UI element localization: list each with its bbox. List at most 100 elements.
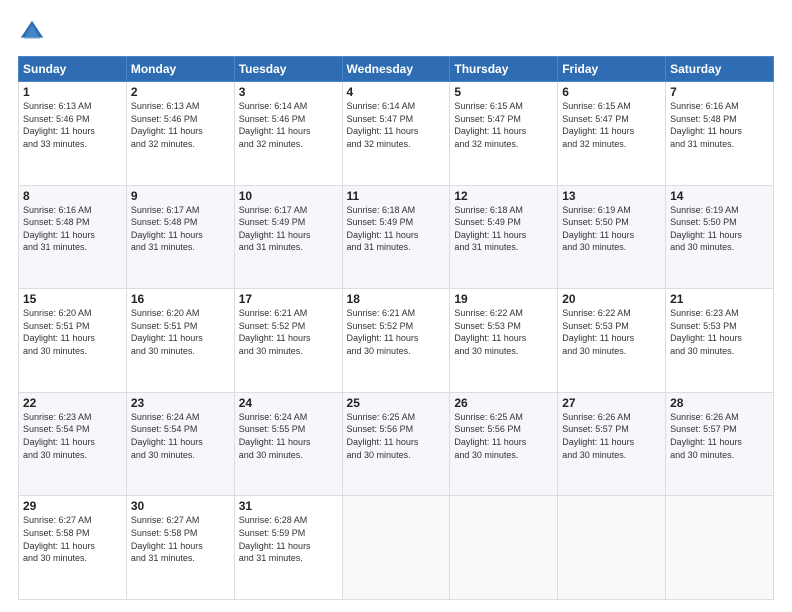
calendar-cell: 27Sunrise: 6:26 AMSunset: 5:57 PMDayligh… <box>558 392 666 496</box>
day-number: 14 <box>670 189 769 203</box>
day-header: Friday <box>558 57 666 82</box>
day-header: Tuesday <box>234 57 342 82</box>
calendar-cell: 30 Sunrise: 6:27 AMSunset: 5:58 PMDayligh… <box>126 496 234 600</box>
cell-info: Sunrise: 6:17 AMSunset: 5:49 PMDaylight:… <box>239 205 311 253</box>
day-number: 23 <box>131 396 230 410</box>
header <box>18 18 774 46</box>
cell-info: Sunrise: 6:23 AMSunset: 5:54 PMDaylight:… <box>23 412 95 460</box>
cell-info: Sunrise: 6:22 AMSunset: 5:53 PMDaylight:… <box>454 308 526 356</box>
day-header: Saturday <box>666 57 774 82</box>
cell-info: Sunrise: 6:18 AMSunset: 5:49 PMDaylight:… <box>454 205 526 253</box>
day-header: Thursday <box>450 57 558 82</box>
day-header: Monday <box>126 57 234 82</box>
day-number: 29 <box>23 499 122 513</box>
day-number: 10 <box>239 189 338 203</box>
cell-info: Sunrise: 6:18 AMSunset: 5:49 PMDaylight:… <box>347 205 419 253</box>
day-number: 11 <box>347 189 446 203</box>
cell-info: Sunrise: 6:14 AMSunset: 5:46 PMDaylight:… <box>239 101 311 149</box>
day-number: 6 <box>562 85 661 99</box>
cell-info: Sunrise: 6:21 AMSunset: 5:52 PMDaylight:… <box>347 308 419 356</box>
day-number: 27 <box>562 396 661 410</box>
calendar-cell: 6 Sunrise: 6:15 AMSunset: 5:47 PMDaylight… <box>558 82 666 186</box>
calendar-cell: 13Sunrise: 6:19 AMSunset: 5:50 PMDayligh… <box>558 185 666 289</box>
calendar-week-row: 1 Sunrise: 6:13 AMSunset: 5:46 PMDaylight… <box>19 82 774 186</box>
calendar-cell: 28 Sunrise: 6:26 AMSunset: 5:57 PMDayligh… <box>666 392 774 496</box>
calendar-cell: 20 Sunrise: 6:22 AMSunset: 5:53 PMDayligh… <box>558 289 666 393</box>
cell-info: Sunrise: 6:16 AMSunset: 5:48 PMDaylight:… <box>670 101 742 149</box>
day-number: 19 <box>454 292 553 306</box>
calendar-cell: 1 Sunrise: 6:13 AMSunset: 5:46 PMDaylight… <box>19 82 127 186</box>
day-number: 25 <box>347 396 446 410</box>
day-number: 18 <box>347 292 446 306</box>
day-number: 31 <box>239 499 338 513</box>
calendar-cell: 29 Sunrise: 6:27 AMSunset: 5:58 PMDayligh… <box>19 496 127 600</box>
calendar-table: SundayMondayTuesdayWednesdayThursdayFrid… <box>18 56 774 600</box>
calendar-cell: 3 Sunrise: 6:14 AMSunset: 5:46 PMDaylight… <box>234 82 342 186</box>
cell-info: Sunrise: 6:15 AMSunset: 5:47 PMDaylight:… <box>454 101 526 149</box>
calendar-cell: 23 Sunrise: 6:24 AMSunset: 5:54 PMDayligh… <box>126 392 234 496</box>
calendar-cell: 18 Sunrise: 6:21 AMSunset: 5:52 PMDayligh… <box>342 289 450 393</box>
cell-info: Sunrise: 6:20 AMSunset: 5:51 PMDaylight:… <box>131 308 203 356</box>
cell-info: Sunrise: 6:28 AMSunset: 5:59 PMDaylight:… <box>239 515 311 563</box>
day-number: 30 <box>131 499 230 513</box>
day-number: 8 <box>23 189 122 203</box>
cell-info: Sunrise: 6:27 AMSunset: 5:58 PMDaylight:… <box>131 515 203 563</box>
calendar-cell: 5 Sunrise: 6:15 AMSunset: 5:47 PMDaylight… <box>450 82 558 186</box>
day-header: Wednesday <box>342 57 450 82</box>
day-number: 15 <box>23 292 122 306</box>
cell-info: Sunrise: 6:27 AMSunset: 5:58 PMDaylight:… <box>23 515 95 563</box>
day-number: 17 <box>239 292 338 306</box>
calendar-cell: 16Sunrise: 6:20 AMSunset: 5:51 PMDayligh… <box>126 289 234 393</box>
calendar-cell: 12 Sunrise: 6:18 AMSunset: 5:49 PMDayligh… <box>450 185 558 289</box>
day-number: 5 <box>454 85 553 99</box>
logo-icon <box>18 18 46 46</box>
cell-info: Sunrise: 6:24 AMSunset: 5:55 PMDaylight:… <box>239 412 311 460</box>
calendar-cell: 22 Sunrise: 6:23 AMSunset: 5:54 PMDayligh… <box>19 392 127 496</box>
calendar-cell: 25 Sunrise: 6:25 AMSunset: 5:56 PMDayligh… <box>342 392 450 496</box>
cell-info: Sunrise: 6:23 AMSunset: 5:53 PMDaylight:… <box>670 308 742 356</box>
day-number: 1 <box>23 85 122 99</box>
day-number: 12 <box>454 189 553 203</box>
calendar-cell: 15Sunrise: 6:20 AMSunset: 5:51 PMDayligh… <box>19 289 127 393</box>
cell-info: Sunrise: 6:21 AMSunset: 5:52 PMDaylight:… <box>239 308 311 356</box>
calendar-cell: 24Sunrise: 6:24 AMSunset: 5:55 PMDayligh… <box>234 392 342 496</box>
page: SundayMondayTuesdayWednesdayThursdayFrid… <box>0 0 792 612</box>
calendar-week-row: 22 Sunrise: 6:23 AMSunset: 5:54 PMDayligh… <box>19 392 774 496</box>
cell-info: Sunrise: 6:24 AMSunset: 5:54 PMDaylight:… <box>131 412 203 460</box>
day-number: 26 <box>454 396 553 410</box>
cell-info: Sunrise: 6:19 AMSunset: 5:50 PMDaylight:… <box>562 205 634 253</box>
cell-info: Sunrise: 6:26 AMSunset: 5:57 PMDaylight:… <box>670 412 742 460</box>
day-number: 28 <box>670 396 769 410</box>
calendar-cell: 26 Sunrise: 6:25 AMSunset: 5:56 PMDayligh… <box>450 392 558 496</box>
calendar-cell: 2 Sunrise: 6:13 AMSunset: 5:46 PMDaylight… <box>126 82 234 186</box>
calendar-cell <box>666 496 774 600</box>
calendar-cell: 11 Sunrise: 6:18 AMSunset: 5:49 PMDayligh… <box>342 185 450 289</box>
calendar-cell <box>558 496 666 600</box>
calendar-cell: 31 Sunrise: 6:28 AMSunset: 5:59 PMDayligh… <box>234 496 342 600</box>
calendar-week-row: 15 Sunrise: 6:20 AMSunset: 5:51 PMDayligh… <box>19 289 774 393</box>
cell-info: Sunrise: 6:25 AMSunset: 5:56 PMDaylight:… <box>347 412 419 460</box>
cell-info: Sunrise: 6:25 AMSunset: 5:56 PMDaylight:… <box>454 412 526 460</box>
day-number: 22 <box>23 396 122 410</box>
day-number: 3 <box>239 85 338 99</box>
day-number: 20 <box>562 292 661 306</box>
calendar-week-row: 8 Sunrise: 6:16 AMSunset: 5:48 PMDaylight… <box>19 185 774 289</box>
calendar-cell <box>342 496 450 600</box>
calendar-cell: 4 Sunrise: 6:14 AMSunset: 5:47 PMDaylight… <box>342 82 450 186</box>
cell-info: Sunrise: 6:14 AMSunset: 5:47 PMDaylight:… <box>347 101 419 149</box>
cell-info: Sunrise: 6:13 AMSunset: 5:46 PMDaylight:… <box>131 101 203 149</box>
cell-info: Sunrise: 6:15 AMSunset: 5:47 PMDaylight:… <box>562 101 634 149</box>
cell-info: Sunrise: 6:16 AMSunset: 5:48 PMDaylight:… <box>23 205 95 253</box>
cell-info: Sunrise: 6:13 AMSunset: 5:46 PMDaylight:… <box>23 101 95 149</box>
day-number: 4 <box>347 85 446 99</box>
day-number: 2 <box>131 85 230 99</box>
day-number: 7 <box>670 85 769 99</box>
calendar-cell <box>450 496 558 600</box>
calendar-cell: 19 Sunrise: 6:22 AMSunset: 5:53 PMDayligh… <box>450 289 558 393</box>
day-number: 21 <box>670 292 769 306</box>
calendar-cell: 8 Sunrise: 6:16 AMSunset: 5:48 PMDaylight… <box>19 185 127 289</box>
day-header: Sunday <box>19 57 127 82</box>
calendar-header-row: SundayMondayTuesdayWednesdayThursdayFrid… <box>19 57 774 82</box>
cell-info: Sunrise: 6:22 AMSunset: 5:53 PMDaylight:… <box>562 308 634 356</box>
calendar-cell: 7 Sunrise: 6:16 AMSunset: 5:48 PMDaylight… <box>666 82 774 186</box>
